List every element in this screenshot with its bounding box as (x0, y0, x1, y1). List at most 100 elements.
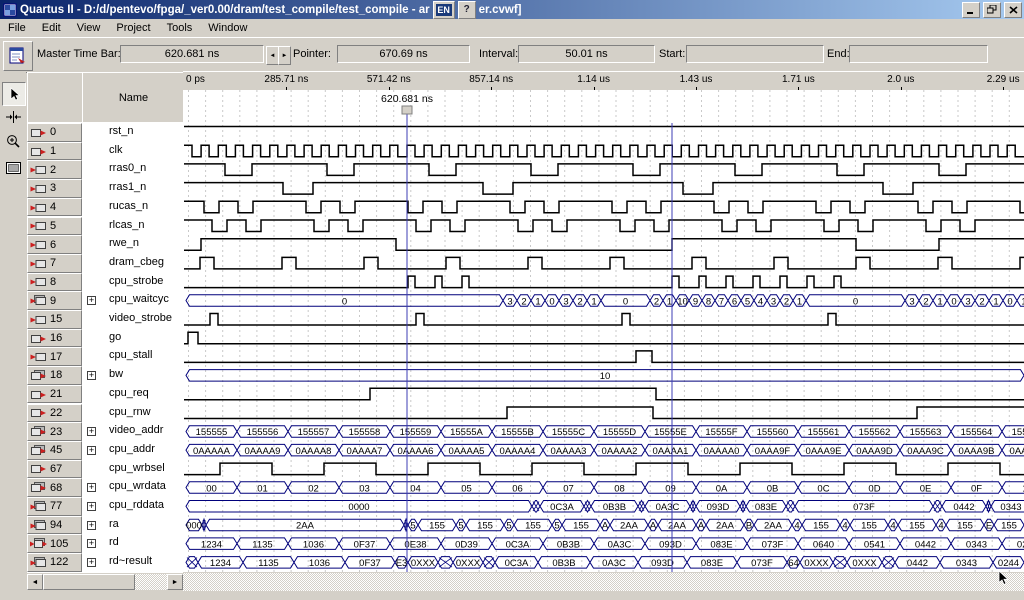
signal-name[interactable]: clk (109, 144, 122, 156)
signal-name[interactable]: cpu_strobe (109, 275, 163, 287)
signal-index-button[interactable]: 17 (27, 347, 82, 366)
signal-row-video_strobe[interactable]: 15 video_strobe (27, 310, 183, 329)
expand-icon[interactable]: + (87, 296, 96, 305)
full-screen-tool-button[interactable] (2, 157, 24, 179)
signal-name[interactable]: cpu_rddata (109, 499, 164, 511)
signal-name[interactable]: rwe_n (109, 237, 139, 249)
signal-index-button[interactable]: 0 (27, 123, 82, 142)
timeline-ruler[interactable]: 0 ps285.71 ns571.42 ns857.14 ns1.14 us1.… (183, 71, 1024, 92)
signal-name[interactable]: cpu_req (109, 387, 149, 399)
signal-index-button[interactable]: 21 (27, 385, 82, 404)
restore-button[interactable] (983, 2, 1001, 18)
signal-row-cpu_rnw[interactable]: 22 cpu_rnw (27, 404, 183, 423)
signal-name[interactable]: ra (109, 518, 119, 530)
signal-name[interactable]: rucas_n (109, 200, 148, 212)
start-field[interactable] (686, 45, 824, 63)
signal-index-button[interactable]: 3 (27, 179, 82, 198)
scrollbar-thumb[interactable] (43, 574, 135, 590)
selection-tool-button[interactable] (2, 82, 26, 106)
signal-index-button[interactable]: 5 (27, 217, 82, 236)
expand-icon[interactable]: + (87, 483, 96, 492)
expand-icon[interactable]: + (87, 539, 96, 548)
signal-name[interactable]: cpu_wrbsel (109, 462, 165, 474)
signal-index-button[interactable]: 7 (27, 254, 82, 273)
signal-index-button[interactable]: 18 (27, 366, 82, 385)
signal-name[interactable]: cpu_addr (109, 443, 155, 455)
signal-name[interactable]: rd~result (109, 555, 152, 567)
signal-row-cpu_stall[interactable]: 17 cpu_stall (27, 347, 183, 366)
signal-row-rras1_n[interactable]: 3 rras1_n (27, 179, 183, 198)
signal-name[interactable]: video_addr (109, 424, 163, 436)
minimize-button[interactable] (962, 2, 980, 18)
signal-index-button[interactable]: 77 (27, 497, 82, 516)
scroll-left-button[interactable]: ◄ (27, 574, 43, 590)
signal-row-cpu_wrdata[interactable]: 68 + cpu_wrdata (27, 478, 183, 497)
signal-name[interactable]: cpu_stall (109, 349, 152, 361)
signal-row-cpu_strobe[interactable]: 8 cpu_strobe (27, 273, 183, 292)
signal-index-button[interactable]: 6 (27, 235, 82, 254)
signal-name[interactable]: cpu_waitcyc (109, 293, 169, 305)
language-help-button[interactable]: ? (458, 1, 476, 19)
time-bar-right-button[interactable]: ► (278, 46, 291, 65)
signal-name[interactable]: cpu_wrdata (109, 480, 166, 492)
language-bar[interactable]: EN (433, 1, 455, 19)
signal-row-rlcas_n[interactable]: 5rlcas_n (27, 217, 183, 236)
menu-item-file[interactable]: File (0, 21, 34, 35)
signal-row-ra[interactable]: 94 + ra (27, 516, 183, 535)
signal-row-clk[interactable]: 1 clk (27, 142, 183, 161)
zoom-tool-button[interactable] (2, 130, 24, 152)
signal-name[interactable]: rras0_n (109, 162, 146, 174)
signal-index-button[interactable]: 22 (27, 404, 82, 423)
menu-item-tools[interactable]: Tools (159, 21, 201, 35)
time-bar-tool-button[interactable] (2, 106, 24, 128)
signal-name[interactable]: rst_n (109, 125, 133, 137)
signal-row-rwe_n[interactable]: 6 rwe_n (27, 235, 183, 254)
signal-index-button[interactable]: 23 (27, 422, 82, 441)
signal-index-button[interactable]: 122 (27, 553, 82, 572)
signal-row-rucas_n[interactable]: 4rucas_n (27, 198, 183, 217)
signal-index-button[interactable]: 45 (27, 441, 82, 460)
menu-item-edit[interactable]: Edit (34, 21, 69, 35)
name-panel-scrollbar[interactable]: ◄ ► (27, 574, 183, 590)
signal-name[interactable]: bw (109, 368, 123, 380)
signal-index-button[interactable]: 105 (27, 534, 82, 553)
signal-name[interactable]: go (109, 331, 121, 343)
report-tool-button[interactable] (3, 41, 33, 71)
menu-item-project[interactable]: Project (108, 21, 158, 35)
signal-name[interactable]: rd (109, 536, 119, 548)
signal-row-cpu_rddata[interactable]: 77 + cpu_rddata (27, 497, 183, 516)
language-indicator[interactable]: EN (436, 4, 452, 16)
menu-item-view[interactable]: View (69, 21, 109, 35)
signal-row-bw[interactable]: 18 + bw (27, 366, 183, 385)
signal-name[interactable]: rras1_n (109, 181, 146, 193)
expand-icon[interactable]: + (87, 502, 96, 511)
signal-row-go[interactable]: 16 go (27, 329, 183, 348)
signal-index-button[interactable]: 94 (27, 516, 82, 535)
scroll-right-button[interactable]: ► (167, 574, 183, 590)
signal-row-cpu_addr[interactable]: 45 + cpu_addr (27, 441, 183, 460)
signal-row-video_addr[interactable]: 23+video_addr (27, 422, 183, 441)
signal-row-rst_n[interactable]: 0 rst_n (27, 123, 183, 142)
waveform-display[interactable]: 0321032102110987654321032103210110155555… (183, 90, 1024, 572)
signal-index-button[interactable]: 1 (27, 142, 82, 161)
signal-name[interactable]: cpu_rnw (109, 406, 151, 418)
expand-icon[interactable]: + (87, 558, 96, 567)
expand-icon[interactable]: + (87, 446, 96, 455)
expand-icon[interactable]: + (87, 371, 96, 380)
signal-index-button[interactable]: 15 (27, 310, 82, 329)
signal-row-rd~result[interactable]: 122 + rd~result (27, 553, 183, 572)
close-button[interactable] (1004, 2, 1022, 18)
signal-row-cpu_wrbsel[interactable]: 67 cpu_wrbsel (27, 460, 183, 479)
signal-name[interactable]: video_strobe (109, 312, 172, 324)
signal-row-cpu_waitcyc[interactable]: 9 + cpu_waitcyc (27, 291, 183, 310)
signal-index-button[interactable]: 16 (27, 329, 82, 348)
expand-icon[interactable]: + (87, 521, 96, 530)
signal-row-cpu_req[interactable]: 21 cpu_req (27, 385, 183, 404)
menu-item-window[interactable]: Window (200, 21, 255, 35)
signal-index-button[interactable]: 68 (27, 478, 82, 497)
signal-index-button[interactable]: 8 (27, 273, 82, 292)
signal-index-button[interactable]: 9 (27, 291, 82, 310)
signal-index-button[interactable]: 67 (27, 460, 82, 479)
signal-row-dram_cbeg[interactable]: 7dram_cbeg (27, 254, 183, 273)
signal-row-rras0_n[interactable]: 2rras0_n (27, 160, 183, 179)
